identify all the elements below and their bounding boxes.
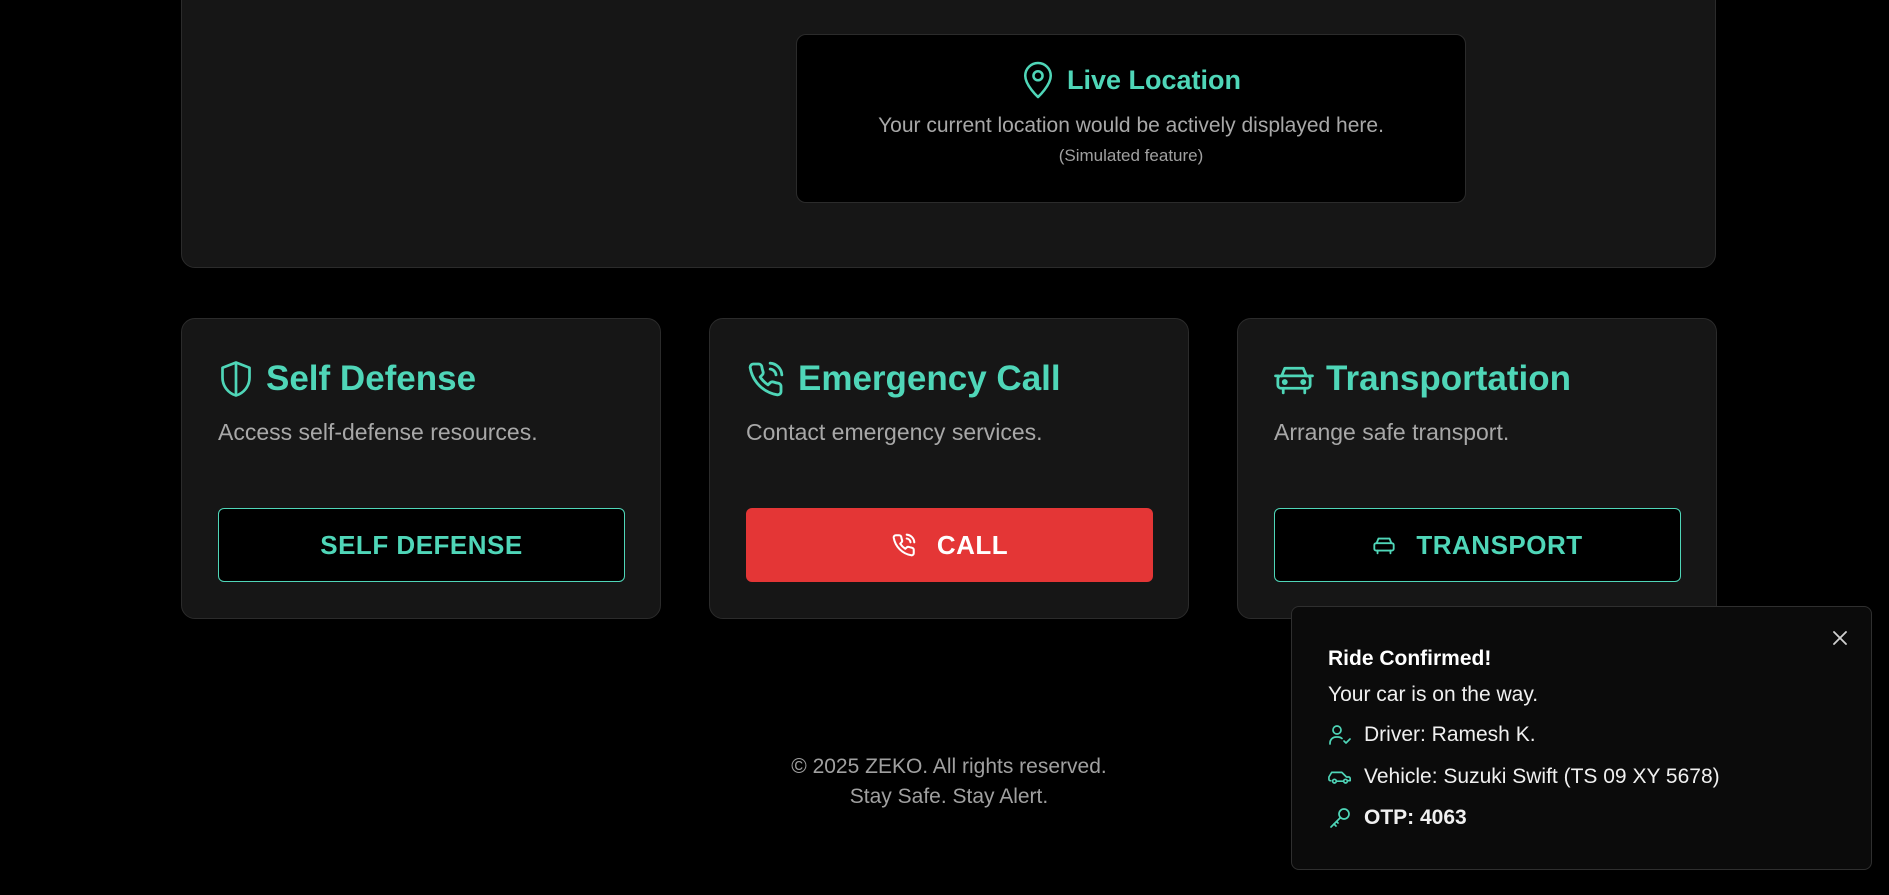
vehicle-row: Vehicle: Suzuki Swift (TS 09 XY 5678) bbox=[1328, 765, 1720, 789]
emergency-call-card: Emergency Call Contact emergency service… bbox=[709, 318, 1189, 619]
transport-button[interactable]: TRANSPORT bbox=[1274, 508, 1681, 582]
driver-text: Driver: Ramesh K. bbox=[1364, 723, 1536, 746]
phone-call-icon bbox=[891, 532, 917, 558]
location-text: Your current location would be actively … bbox=[878, 114, 1384, 137]
live-location-box: Live Location Your current location woul… bbox=[796, 34, 1466, 203]
vehicle-text: Vehicle: Suzuki Swift (TS 09 XY 5678) bbox=[1364, 765, 1720, 788]
self-defense-card: Self Defense Access self-defense resourc… bbox=[181, 318, 661, 619]
button-label: CALL bbox=[936, 529, 1009, 560]
page: Live Location Your current location woul… bbox=[0, 0, 1889, 895]
key-icon bbox=[1328, 806, 1352, 830]
phone-call-icon bbox=[746, 359, 786, 399]
call-button[interactable]: CALL bbox=[746, 508, 1153, 582]
location-note: (Simulated feature) bbox=[1058, 146, 1204, 165]
otp-text: OTP: 4063 bbox=[1364, 806, 1467, 829]
ride-confirmed-toast: Ride Confirmed! Your car is on the way. … bbox=[1291, 606, 1872, 870]
card-description: Arrange safe transport. bbox=[1274, 419, 1510, 445]
car-icon bbox=[1372, 534, 1396, 556]
transportation-card: Transportation Arrange safe transport. T… bbox=[1237, 318, 1717, 619]
card-title: Emergency Call bbox=[798, 359, 1061, 398]
car-icon bbox=[1274, 361, 1314, 397]
card-title: Self Defense bbox=[266, 359, 477, 398]
car-icon bbox=[1328, 765, 1352, 789]
close-icon[interactable] bbox=[1829, 627, 1851, 649]
button-label: SELF DEFENSE bbox=[320, 529, 523, 560]
user-check-icon bbox=[1328, 723, 1352, 747]
card-description: Access self-defense resources. bbox=[218, 419, 538, 445]
card-title: Transportation bbox=[1326, 359, 1572, 398]
self-defense-button[interactable]: SELF DEFENSE bbox=[218, 508, 625, 582]
otp-row: OTP: 4063 bbox=[1328, 806, 1467, 830]
toast-title: Ride Confirmed! bbox=[1328, 647, 1492, 670]
map-pin-icon bbox=[1021, 60, 1055, 100]
button-label: TRANSPORT bbox=[1416, 529, 1583, 560]
toast-message: Your car is on the way. bbox=[1328, 683, 1539, 706]
card-description: Contact emergency services. bbox=[746, 419, 1043, 445]
shield-icon bbox=[218, 359, 254, 399]
location-title: Live Location bbox=[1066, 64, 1242, 95]
driver-row: Driver: Ramesh K. bbox=[1328, 723, 1536, 747]
sos-panel: Live Location Your current location woul… bbox=[181, 0, 1716, 268]
